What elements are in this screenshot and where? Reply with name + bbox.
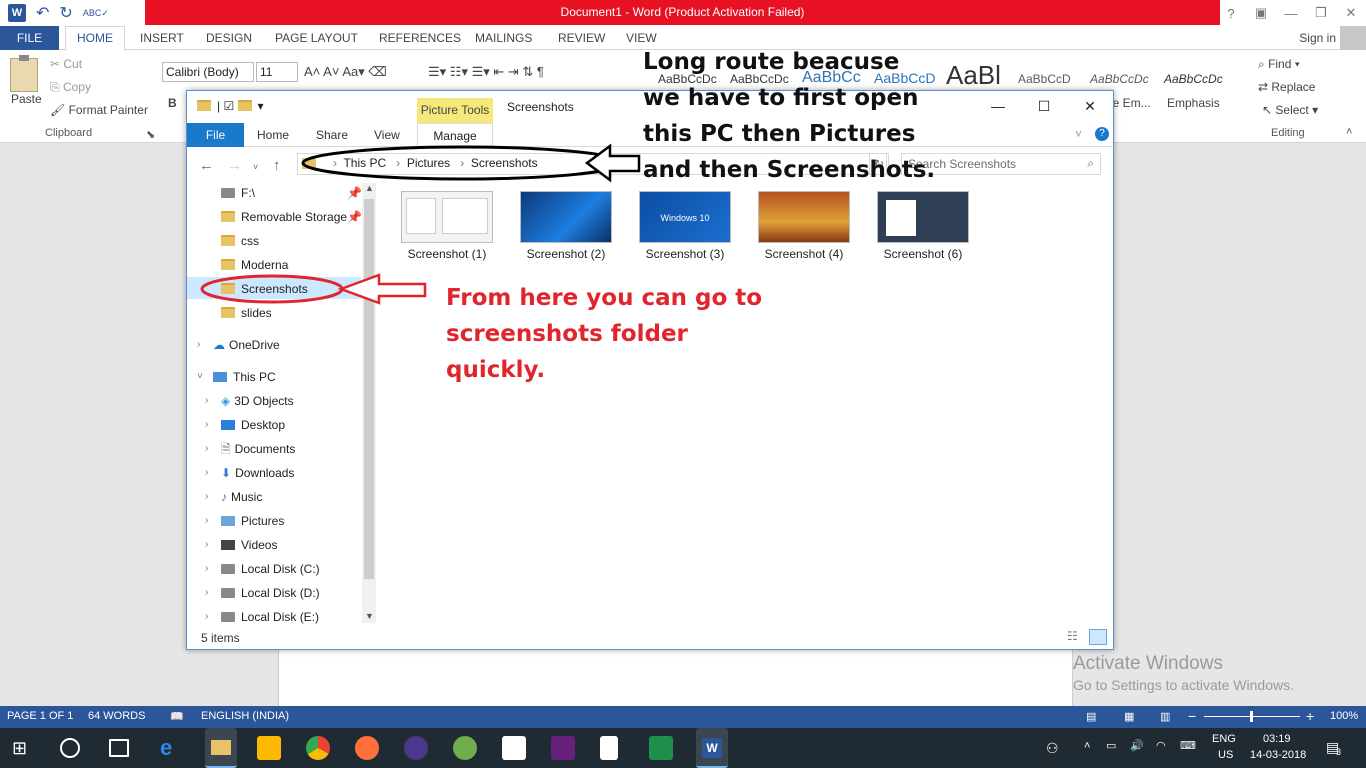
notepad-icon[interactable] [600,736,618,760]
spelling-icon[interactable]: ABC✓ [83,8,109,19]
battery-icon[interactable]: ▭ [1106,739,1116,752]
people-icon[interactable]: ⚇ [1046,740,1059,757]
web-layout-icon[interactable]: ▥ [1160,710,1170,723]
language-indicator[interactable]: ENGLISH (INDIA) [201,710,289,722]
tab-home[interactable]: HOME [65,26,125,51]
page-count[interactable]: PAGE 1 OF 1 [7,710,73,722]
font-name-select[interactable]: Calibri (Body) [162,62,254,82]
input-region[interactable]: US [1218,749,1233,761]
zoom-out-icon[interactable]: − [1188,708,1196,724]
binoculars-icon: ⌕ [1258,57,1269,71]
android-studio-icon[interactable] [453,736,477,760]
tab-design[interactable]: DESIGN [206,26,252,50]
replace-icon: ⇄ [1258,80,1272,94]
file-explorer-taskbar-icon[interactable] [205,728,237,768]
style-emphasis[interactable]: AaBbCcDc [1164,72,1223,96]
firefox-icon[interactable] [355,736,379,760]
annotation-long-route: Long route beacuse we have to first open… [643,49,936,183]
proofing-icon[interactable]: 📖 [170,710,184,723]
clock-date[interactable]: 14-03-2018 [1250,749,1306,761]
scissors-icon: ✂ [50,57,64,71]
visual-studio-icon[interactable] [551,736,575,760]
cursor-icon: ↖ [1262,103,1276,117]
volume-icon[interactable]: 🔊 [1130,739,1144,752]
eclipse-icon[interactable] [404,736,428,760]
font-size-select[interactable]: 11 [256,62,298,82]
cut-button[interactable]: ✂ Cut [50,57,82,71]
print-layout-icon[interactable]: ▦ [1124,710,1134,723]
quick-access-toolbar: W ↶ ↻ ABC✓ [0,0,109,26]
zoom-level[interactable]: 100% [1330,710,1358,722]
undo-icon[interactable]: ↶ [36,3,49,23]
activation-watermark-title: Activate Windows [1073,653,1223,674]
search-circle-icon[interactable] [60,738,80,758]
style-title[interactable]: AaBl [946,60,1001,90]
activation-watermark-text: Go to Settings to activate Windows. [1073,677,1294,693]
read-mode-icon[interactable]: ▤ [1086,710,1096,723]
close-icon[interactable]: ✕ [1336,5,1366,21]
window-title: Document1 - Word (Product Activation Fai… [145,0,1220,25]
grow-font-icon[interactable]: A˄ A˅ Aa▾ ⌫ [304,64,387,80]
copy-button[interactable]: ⎘ Copy [50,80,91,95]
excel-icon[interactable] [649,736,673,760]
avatar[interactable] [1340,26,1366,50]
wifi-icon[interactable]: ◠ [1156,739,1166,752]
chevron-up-icon[interactable]: ˄ [1084,740,1090,752]
annotation-arrow-black [584,143,641,183]
tab-review[interactable]: REVIEW [558,26,605,50]
find-button[interactable]: ⌕ Find ▾ [1258,57,1300,72]
restore-icon[interactable]: ❐ [1306,5,1336,21]
replace-button[interactable]: ⇄ Replace [1258,80,1315,94]
annotation-quick-access: From here you can go to screenshots fold… [446,285,763,383]
input-language[interactable]: ENG [1212,733,1236,745]
store-icon[interactable] [257,736,281,760]
clipboard-group-label: Clipboard [45,127,93,139]
tab-file[interactable]: FILE [0,26,59,50]
clock-time[interactable]: 03:19 [1263,733,1291,745]
collapse-ribbon-icon[interactable]: ˄ [1346,126,1352,138]
annotation-ellipse-red [200,274,344,304]
keyboard-icon[interactable]: ⌨ [1180,739,1196,752]
redo-icon[interactable]: ↻ [59,3,72,23]
style-name-label: le Em... [1110,96,1151,110]
taskbar: ⊞ e W ⚇ ˄ ▭ 🔊 ◠ ⌨ ENG US 03:19 14-03-201… [0,728,1366,768]
style-name-label: Emphasis [1167,96,1220,110]
tab-mailings[interactable]: MAILINGS [475,26,532,50]
dialog-launcher-icon[interactable]: ⬊ [146,128,155,141]
annotation-ellipse-black [301,145,625,181]
brush-icon: 🖌 [50,103,69,117]
word-count[interactable]: 64 WORDS [88,710,145,722]
task-view-icon[interactable] [109,739,129,757]
chrome-icon[interactable] [306,736,330,760]
annotation-arrow-red [337,273,427,305]
tab-page-layout[interactable]: PAGE LAYOUT [275,26,358,50]
sign-in-link[interactable]: Sign in [1299,26,1336,50]
start-windows-icon[interactable]: ⊞ [12,736,36,760]
zoom-in-icon[interactable]: + [1306,708,1314,724]
select-button[interactable]: ↖ Select ▾ [1262,103,1318,117]
tab-references[interactable]: REFERENCES [379,26,461,50]
mail-icon[interactable] [502,736,526,760]
word-taskbar-icon[interactable]: W [696,728,728,768]
tab-insert[interactable]: INSERT [140,26,184,50]
word-app-icon: W [8,4,26,22]
help-icon[interactable]: ? [1216,6,1246,21]
paste-icon[interactable] [10,55,38,92]
copy-icon: ⎘ [50,80,63,94]
status-bar: PAGE 1 OF 1 64 WORDS 📖 ENGLISH (INDIA) ▤… [0,706,1366,728]
paste-button[interactable]: Paste [11,92,42,106]
ribbon-display-icon[interactable]: ▣ [1246,5,1276,21]
editing-group-label: Editing [1271,127,1305,139]
format-painter-button[interactable]: 🖌 Format Painter [50,103,148,117]
notification-count: 3 [1336,747,1342,757]
zoom-slider-thumb[interactable] [1250,711,1253,722]
bold-button[interactable]: B [168,96,177,110]
list-icons[interactable]: ☰▾ ☷▾ ☰▾ ⇤ ⇥ ⇅ ¶ [428,64,544,80]
word-window-controls: ? ▣ — ❐ ✕ [1216,0,1366,26]
minimize-icon[interactable]: — [1276,6,1306,21]
edge-icon[interactable]: e [160,736,184,760]
